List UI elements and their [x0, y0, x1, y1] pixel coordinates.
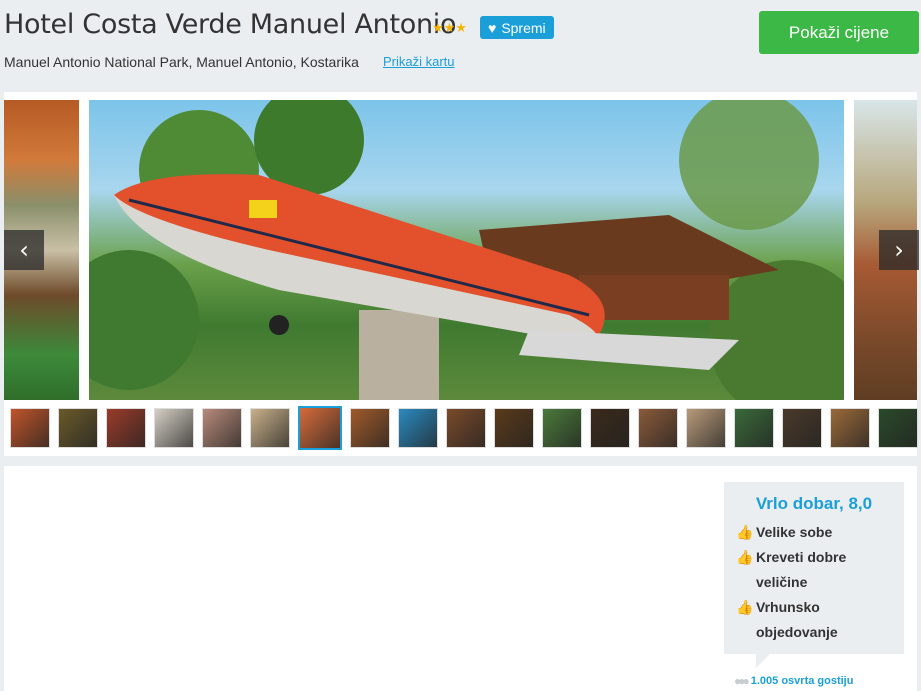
- people-icon: ●●●: [734, 674, 750, 688]
- hotel-content: Vrlo dobar, 8,0 👍 Velike sobe 👍 Kreveti …: [4, 466, 917, 691]
- chevron-right-icon: ›: [894, 236, 904, 264]
- review-highlights: 👍 Velike sobe 👍 Kreveti dobre veličine 👍…: [736, 520, 896, 645]
- gallery-thumbnail[interactable]: [830, 408, 870, 448]
- review-score: Vrlo dobar, 8,0: [755, 494, 873, 513]
- show-prices-button[interactable]: Pokaži cijene: [759, 11, 919, 54]
- gallery-thumbnail[interactable]: [446, 408, 486, 448]
- review-summary-card: Vrlo dobar, 8,0 👍 Velike sobe 👍 Kreveti …: [724, 482, 904, 668]
- gallery-thumbnail[interactable]: [10, 408, 50, 448]
- gallery-thumbnail[interactable]: [298, 406, 342, 450]
- gallery-thumbnail[interactable]: [58, 408, 98, 448]
- gallery-thumbnail[interactable]: [350, 408, 390, 448]
- save-button-label: Spremi: [501, 19, 546, 36]
- thumbs-up-icon: 👍: [736, 549, 754, 565]
- gallery-thumbnail[interactable]: [782, 408, 822, 448]
- review-count-link[interactable]: ●●● 1.005 osvrta gostiju: [734, 674, 853, 688]
- photo-gallery: ‹ ›: [4, 92, 919, 456]
- highlight-label: Vrhunsko objedovanje: [756, 599, 838, 640]
- heart-icon: ♥: [488, 19, 497, 36]
- gallery-thumbnail[interactable]: [542, 408, 582, 448]
- gallery-thumbnail[interactable]: [398, 408, 438, 448]
- thumbnail-strip: [10, 406, 918, 450]
- gallery-thumbnail[interactable]: [878, 408, 918, 448]
- highlight-label: Velike sobe: [756, 524, 833, 540]
- chevron-left-icon: ‹: [19, 236, 29, 264]
- gallery-thumbnail[interactable]: [734, 408, 774, 448]
- gallery-thumbnail[interactable]: [250, 408, 290, 448]
- next-photo-button[interactable]: ›: [879, 230, 919, 270]
- airplane-hotel-image: [89, 100, 844, 400]
- highlight-item: 👍 Vrhunsko objedovanje: [736, 595, 896, 645]
- hotel-header: Hotel Costa Verde Manuel Antonio ★★★ ♥ S…: [0, 0, 921, 92]
- gallery-thumbnail[interactable]: [202, 408, 242, 448]
- gallery-thumbnail[interactable]: [494, 408, 534, 448]
- gallery-thumbnail[interactable]: [686, 408, 726, 448]
- star-rating: ★★★: [432, 20, 467, 35]
- gallery-thumbnail[interactable]: [638, 408, 678, 448]
- hotel-address: Manuel Antonio National Park, Manuel Ant…: [4, 54, 359, 70]
- highlight-item: 👍 Kreveti dobre veličine: [736, 545, 896, 595]
- main-photo[interactable]: [89, 100, 844, 400]
- hotel-name: Hotel Costa Verde Manuel Antonio: [4, 9, 457, 40]
- gallery-thumbnail[interactable]: [154, 408, 194, 448]
- gallery-thumbnail[interactable]: [590, 408, 630, 448]
- thumbs-up-icon: 👍: [736, 524, 754, 540]
- show-map-link[interactable]: Prikaži kartu: [383, 54, 455, 69]
- highlight-label: Kreveti dobre veličine: [756, 549, 847, 590]
- previous-photo-button[interactable]: ‹: [4, 230, 44, 270]
- gallery-thumbnail[interactable]: [106, 408, 146, 448]
- thumbs-up-icon: 👍: [736, 599, 754, 615]
- review-count-label: 1.005 osvrta gostiju: [750, 675, 854, 687]
- card-pointer: [756, 654, 770, 668]
- highlight-item: 👍 Velike sobe: [736, 520, 896, 545]
- save-button[interactable]: ♥ Spremi: [480, 16, 554, 39]
